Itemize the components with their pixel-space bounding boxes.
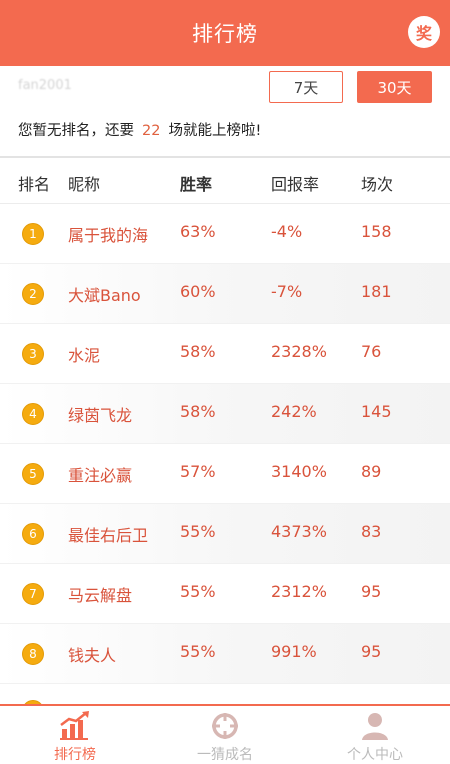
- row-nickname[interactable]: 属于我的海: [68, 222, 148, 246]
- nav-label-leaderboard: 排行榜: [54, 747, 96, 763]
- rank-medal-icon: 1: [22, 223, 44, 245]
- row-games: 95: [361, 582, 382, 601]
- row-win-rate: 55%: [180, 522, 216, 541]
- nav-label-guess: 一猜成名: [197, 747, 253, 763]
- row-win-rate: 57%: [180, 462, 216, 481]
- top-bar: 排行榜 奖: [0, 0, 450, 66]
- column-games[interactable]: 场次: [361, 171, 393, 195]
- row-games: 158: [361, 222, 392, 241]
- rank-medal-icon: 5: [22, 463, 44, 485]
- rank-medal-icon: 4: [22, 403, 44, 425]
- rank-medal-icon: 6: [22, 523, 44, 545]
- column-nickname[interactable]: 昵称: [68, 171, 100, 195]
- user-icon: [357, 711, 393, 741]
- row-nickname[interactable]: 大斌Bano: [68, 282, 141, 306]
- rank-medal-icon: 8: [22, 643, 44, 665]
- nav-item-profile[interactable]: 个人中心: [300, 706, 450, 764]
- games-needed-count: 22: [142, 123, 161, 139]
- table-row[interactable]: 5 重注必赢 57% 3140% 89: [0, 444, 450, 504]
- row-nickname[interactable]: 绿茵飞龙: [68, 402, 132, 426]
- rank-notice: 您暂无排名，还要 22 场就能上榜啦!: [18, 119, 261, 140]
- row-nickname[interactable]: 钱夫人: [68, 642, 116, 666]
- row-nickname[interactable]: 最佳右后卫: [68, 522, 148, 546]
- row-nickname[interactable]: 重注必赢: [68, 462, 132, 486]
- row-games: 76: [361, 342, 382, 361]
- nav-label-profile: 个人中心: [347, 747, 403, 763]
- table-row[interactable]: 1 属于我的海 63% -4% 158: [0, 204, 450, 264]
- row-win-rate: 58%: [180, 342, 216, 361]
- column-return-rate[interactable]: 回报率: [271, 171, 319, 195]
- row-return-rate: -7%: [271, 282, 303, 301]
- row-return-rate: 991%: [271, 642, 317, 661]
- notice-prefix: 您暂无排名，还要: [18, 123, 134, 139]
- nav-item-leaderboard[interactable]: 排行榜: [0, 706, 150, 764]
- row-return-rate: 3140%: [271, 462, 327, 481]
- row-games: 83: [361, 522, 382, 541]
- table-row[interactable]: 3 水泥 58% 2328% 76: [0, 324, 450, 384]
- page-title: 排行榜: [192, 22, 258, 46]
- user-info-panel: fan2001 7天 30天 您暂无排名，还要 22 场就能上榜啦!: [0, 66, 450, 156]
- row-nickname[interactable]: 水泥: [68, 342, 100, 366]
- row-games: 181: [361, 282, 392, 301]
- award-button[interactable]: 奖: [408, 16, 440, 48]
- table-row-partial[interactable]: [0, 684, 450, 704]
- row-win-rate: 63%: [180, 222, 216, 241]
- row-win-rate: 60%: [180, 282, 216, 301]
- table-row[interactable]: 2 大斌Bano 60% -7% 181: [0, 264, 450, 324]
- bottom-nav: 排行榜 一猜成名 个人中心: [0, 704, 450, 764]
- table-row[interactable]: 6 最佳右后卫 55% 4373% 83: [0, 504, 450, 564]
- leaderboard-list: 1 属于我的海 63% -4% 158 2 大斌Bano 60% -7% 181…: [0, 204, 450, 684]
- range-7-days-button[interactable]: 7天: [269, 71, 343, 103]
- row-games: 89: [361, 462, 382, 481]
- row-nickname[interactable]: 马云解盘: [68, 582, 132, 606]
- row-return-rate: -4%: [271, 222, 303, 241]
- bar-chart-icon: [57, 711, 93, 741]
- row-win-rate: 58%: [180, 402, 216, 421]
- row-win-rate: 55%: [180, 642, 216, 661]
- table-row[interactable]: 4 绿茵飞龙 58% 242% 145: [0, 384, 450, 444]
- row-games: 95: [361, 642, 382, 661]
- table-header: 排名 昵称 胜率 回报率 场次: [0, 156, 450, 204]
- column-win-rate[interactable]: 胜率: [180, 171, 212, 195]
- rank-medal-icon: 2: [22, 283, 44, 305]
- app: 排行榜 奖 fan2001 7天 30天 您暂无排名，还要 22 场就能上榜啦! 排…: [0, 0, 450, 764]
- rank-medal-icon: 3: [22, 343, 44, 365]
- row-games: 145: [361, 402, 392, 421]
- table-row[interactable]: 8 钱夫人 55% 991% 95: [0, 624, 450, 684]
- notice-suffix: 场就能上榜啦!: [168, 123, 262, 139]
- username: fan2001: [18, 78, 72, 93]
- table-row[interactable]: 7 马云解盘 55% 2312% 95: [0, 564, 450, 624]
- nav-item-guess[interactable]: 一猜成名: [150, 706, 300, 764]
- column-rank[interactable]: 排名: [18, 171, 50, 195]
- row-win-rate: 55%: [180, 582, 216, 601]
- range-30-days-button[interactable]: 30天: [357, 71, 432, 103]
- row-return-rate: 2328%: [271, 342, 327, 361]
- crosshair-icon: [207, 711, 243, 741]
- row-return-rate: 4373%: [271, 522, 327, 541]
- rank-medal-icon: 7: [22, 583, 44, 605]
- row-return-rate: 2312%: [271, 582, 327, 601]
- row-return-rate: 242%: [271, 402, 317, 421]
